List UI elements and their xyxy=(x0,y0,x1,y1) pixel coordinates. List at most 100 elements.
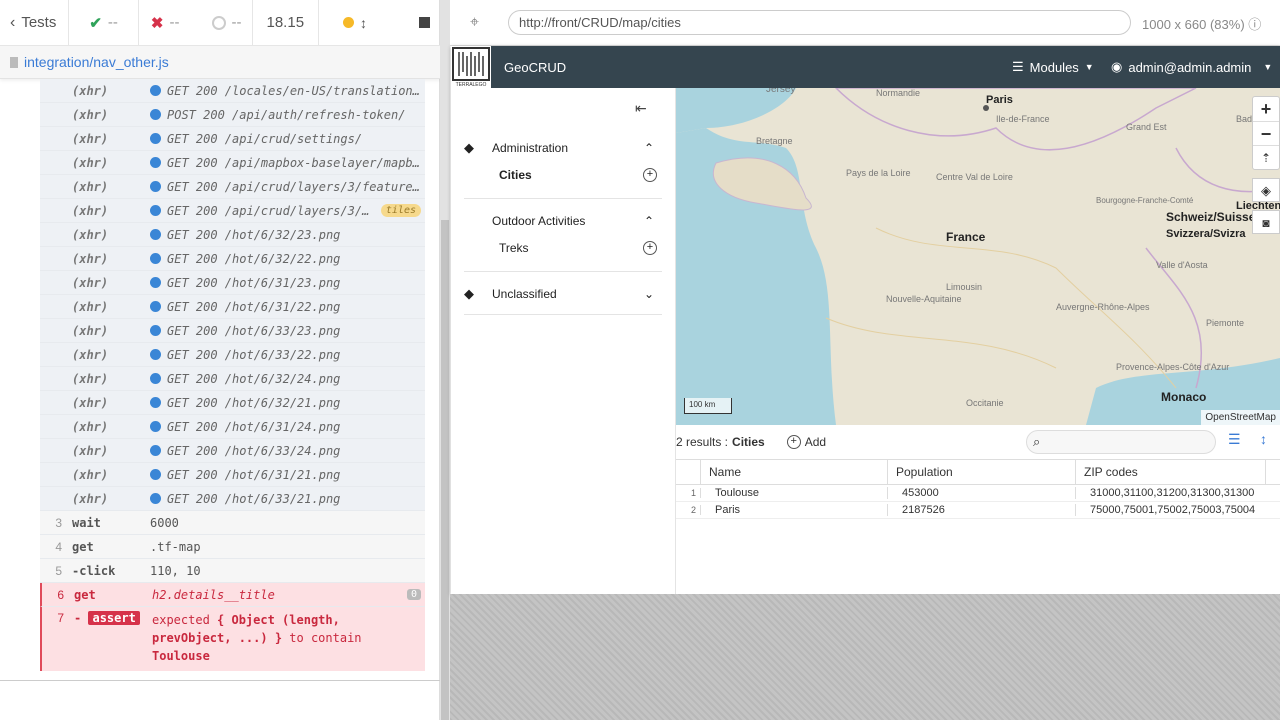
stop-icon xyxy=(419,17,430,28)
command-number: 7 xyxy=(57,611,64,625)
url-field[interactable]: http://front/CRUD/map/cities xyxy=(508,10,1131,35)
duration: 18.15 xyxy=(253,0,320,45)
info-icon[interactable]: ⓘ xyxy=(1248,17,1261,32)
log-name: (xhr) xyxy=(72,251,109,266)
map-place-label: Jersey xyxy=(766,88,796,95)
log-row[interactable]: (xhr) POST 200 /api/auth/refresh-token/ xyxy=(40,103,425,127)
table-row[interactable]: 2 Paris 2187526 75000,75001,75002,75003,… xyxy=(676,502,1280,519)
log-row[interactable]: (xhr) GET 200 /api/crud/settings/ xyxy=(40,127,425,151)
collapse-sidebar-button[interactable]: ⇤ xyxy=(635,100,647,117)
log-row[interactable]: (xhr) GET 200 /hot/6/31/23.png xyxy=(40,271,425,295)
log-text: GET 200 /hot/6/31/21.png xyxy=(167,467,341,482)
map-place-label: Occitanie xyxy=(966,398,1004,408)
command-message: 6000 xyxy=(150,515,179,530)
xhr-dot-icon xyxy=(150,349,161,360)
log-message: GET 200 /api/crud/layers/3/ti… tiles xyxy=(150,204,425,218)
check-icon: ✔ xyxy=(89,14,102,32)
log-text: GET 200 /hot/6/33/24.png xyxy=(167,443,341,458)
log-row[interactable]: (xhr) GET 200 /api/crud/layers/3/feature… xyxy=(40,175,425,199)
log-row[interactable]: (xhr) GET 200 /hot/6/33/24.png xyxy=(40,439,425,463)
log-row[interactable]: (xhr) GET 200 /hot/6/32/24.png xyxy=(40,367,425,391)
group-header[interactable]: ◆ Administration ⌃ xyxy=(464,136,662,160)
assert-value: Toulouse xyxy=(152,649,210,663)
search-input[interactable]: ⌕ xyxy=(1026,430,1216,454)
spec-file-link[interactable]: integration/nav_other.js xyxy=(24,54,169,70)
command-row[interactable]: 3 wait 6000 xyxy=(40,511,425,535)
command-row[interactable]: 5 -click 110, 10 xyxy=(40,559,425,583)
stop-button[interactable] xyxy=(407,0,440,45)
log-row[interactable]: (xhr) GET 200 /api/mapbox-baselayer/mapb… xyxy=(40,151,425,175)
column-header[interactable]: ZIP codes xyxy=(1076,459,1266,485)
assert-object: { Object (length, xyxy=(217,613,340,627)
group-header[interactable]: ◆ Unclassified ⌄ xyxy=(464,282,662,306)
command-number: 5 xyxy=(55,563,62,578)
xhr-dot-icon xyxy=(150,85,161,96)
expand-table-button[interactable]: ↕ xyxy=(1260,431,1267,447)
log-name: (xhr) xyxy=(72,179,109,194)
layer-label: Treks xyxy=(499,241,529,255)
layers-switch-button[interactable]: ◈ xyxy=(1252,178,1280,202)
map-place-label: Ile-de-France xyxy=(996,114,1050,124)
command-log-scrollbar[interactable] xyxy=(440,0,450,720)
cell-zip: 75000,75001,75002,75003,75004 xyxy=(1090,504,1256,516)
xhr-dot-icon xyxy=(150,229,161,240)
map-attribution[interactable]: OpenStreetMap xyxy=(1201,410,1280,425)
xhr-dot-icon xyxy=(150,301,161,312)
log-name: (xhr) xyxy=(72,227,109,242)
layer-item[interactable]: Cities + xyxy=(464,160,662,190)
log-row[interactable]: (xhr) GET 200 /hot/6/33/23.png xyxy=(40,319,425,343)
zoom-out-button[interactable]: − xyxy=(1253,121,1279,145)
log-name: (xhr) xyxy=(72,131,109,146)
autoscroll-toggle[interactable]: ↕ xyxy=(319,0,391,45)
log-row[interactable]: (xhr) GET 200 /hot/6/33/22.png xyxy=(40,343,425,367)
selector-playground-icon[interactable]: ⌖ xyxy=(470,14,479,32)
xhr-dot-icon xyxy=(150,373,161,384)
log-row[interactable]: (xhr) GET 200 /hot/6/31/22.png xyxy=(40,295,425,319)
log-row[interactable]: (xhr) GET 200 /api/crud/layers/3/ti… tiles xyxy=(40,199,425,223)
log-row[interactable]: (xhr) GET 200 /hot/6/32/21.png xyxy=(40,391,425,415)
app-name[interactable]: GeoCRUD xyxy=(504,60,566,75)
add-feature-icon[interactable]: + xyxy=(643,168,657,182)
failed-get-command[interactable]: 6 get h2.details__title 0 xyxy=(40,583,425,607)
log-name: (xhr) xyxy=(72,275,109,290)
scroll-thumb[interactable] xyxy=(441,220,449,720)
group-label: Administration xyxy=(492,141,569,155)
log-row[interactable]: (xhr) GET 200 /hot/6/31/21.png xyxy=(40,463,425,487)
compass-button[interactable]: ⇡ xyxy=(1253,145,1279,169)
back-to-tests-button[interactable]: ‹ Tests xyxy=(0,0,70,45)
screenshot-button[interactable]: ◙ xyxy=(1252,210,1280,234)
column-header[interactable]: Name xyxy=(701,459,888,485)
log-row[interactable]: (xhr) GET 200 /hot/6/32/23.png xyxy=(40,223,425,247)
user-menu[interactable]: ◉ admin@admin.admin ▼ xyxy=(1111,59,1272,75)
element-count-badge: 0 xyxy=(406,589,421,600)
failed-assert-command[interactable]: 7 - assert expected { Object (length, pr… xyxy=(40,607,425,671)
command-row[interactable]: 4 get .tf-map xyxy=(40,535,425,559)
command-number: 3 xyxy=(55,515,62,530)
log-row[interactable]: (xhr) GET 200 /hot/6/33/21.png xyxy=(40,487,425,511)
app-header: TERRALEGO GeoCRUD ☰ Modules ▼ ◉ admin@ad… xyxy=(451,46,1280,88)
log-text: GET 200 /api/crud/layers/3/ti… xyxy=(167,203,375,218)
layers-icon: ◆ xyxy=(464,140,474,155)
layer-group: ◆ Administration ⌃ Cities + xyxy=(464,136,662,199)
log-row[interactable]: (xhr) GET 200 /locales/en-US/translation… xyxy=(40,79,425,103)
group-label: Outdoor Activities xyxy=(492,214,586,228)
log-name: (xhr) xyxy=(72,491,109,506)
log-row[interactable]: (xhr) GET 200 /hot/6/32/22.png xyxy=(40,247,425,271)
map[interactable]: Jersey Paris Normandie Bretagne Pays de la L… xyxy=(676,88,1280,425)
layer-item[interactable]: Treks + xyxy=(464,233,662,263)
columns-button[interactable]: ☰ xyxy=(1228,431,1241,448)
duration-value: 18.15 xyxy=(266,14,305,31)
column-header[interactable]: Population xyxy=(888,459,1076,485)
log-text: GET 200 /api/crud/settings/ xyxy=(167,131,363,146)
zoom-in-button[interactable]: + xyxy=(1253,97,1279,121)
assert-message: expected { Object (length, prevObject, .… xyxy=(152,611,425,665)
viewport-value: 1000 x 660 xyxy=(1142,17,1207,32)
add-button[interactable]: + Add xyxy=(786,435,826,449)
group-header[interactable]: Outdoor Activities ⌃ xyxy=(464,209,662,233)
log-message: GET 200 /api/crud/settings/ xyxy=(150,132,425,146)
log-row[interactable]: (xhr) GET 200 /hot/6/31/24.png xyxy=(40,415,425,439)
log-text: GET 200 /api/crud/layers/3/feature… xyxy=(167,179,420,194)
modules-menu[interactable]: ☰ Modules ▼ xyxy=(1012,59,1094,75)
table-row[interactable]: 1 Toulouse 453000 31000,31100,31200,3130… xyxy=(676,485,1280,502)
add-feature-icon[interactable]: + xyxy=(643,241,657,255)
